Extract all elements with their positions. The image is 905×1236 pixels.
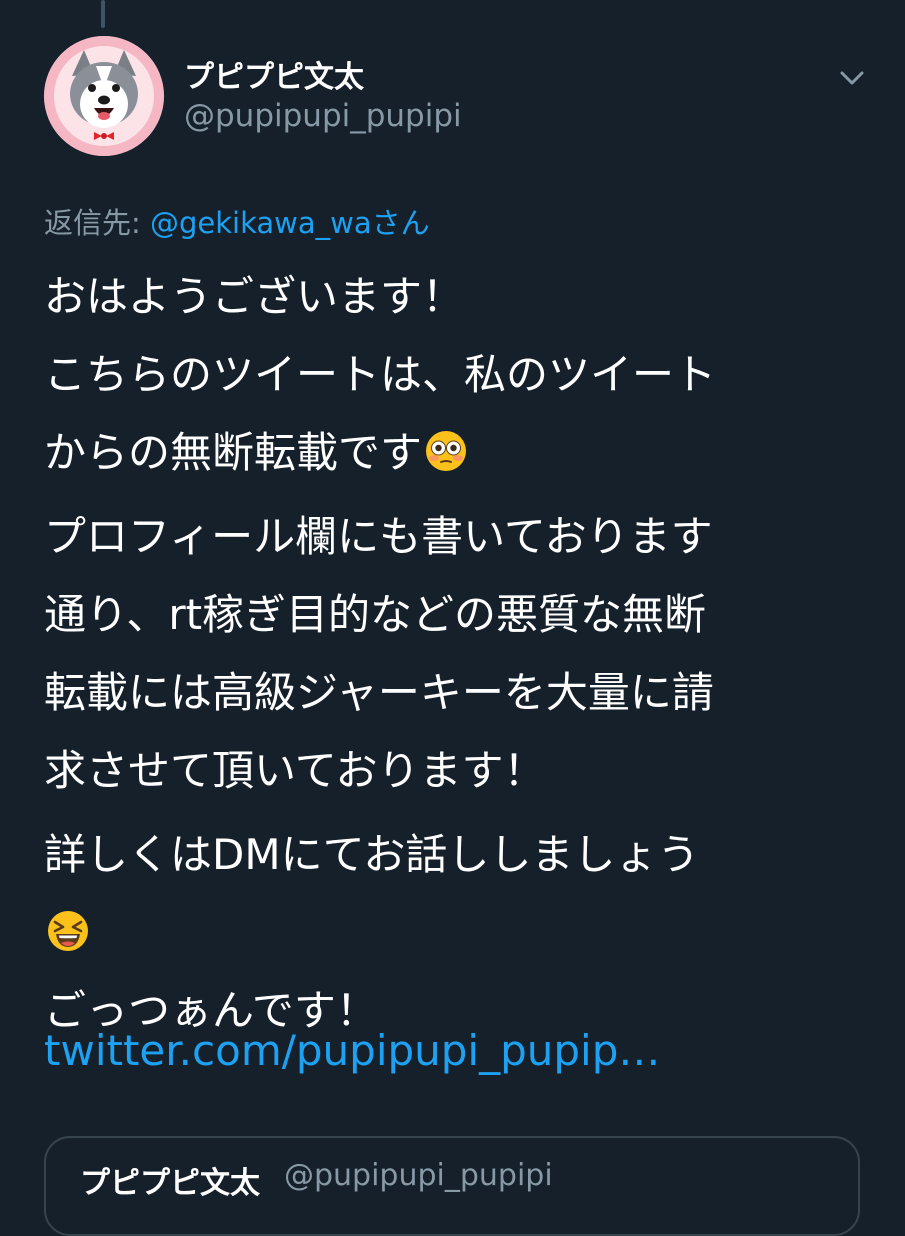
- paragraph-1-text: おはようございます！ こちらのツイートは、私のツイート からの無断転載です: [44, 272, 717, 477]
- paragraph-3-line-1: 詳しくはDMにてお話ししましょう: [44, 830, 700, 879]
- chevron-down-icon: [840, 71, 864, 85]
- tweet-paragraph-2: プロフィール欄にも書いております 通り、rt稼ぎ目的などの悪質な無断 転載には高…: [44, 512, 714, 795]
- tweet-menu-button[interactable]: [832, 60, 872, 96]
- quoted-tweet-card[interactable]: プピプピ文太 @pupipupi_pupipi: [44, 1136, 860, 1236]
- tweet-url-link[interactable]: twitter.com/pupipupi_pupip…: [44, 1026, 660, 1075]
- author-handle[interactable]: @pupipupi_pupipi: [184, 98, 462, 134]
- tweet-paragraph-1: おはようございます！ こちらのツイートは、私のツイート からの無断転載です: [44, 258, 884, 492]
- tweet-text: おはようございます！ こちらのツイートは、私のツイート からの無断転載です プロ…: [44, 258, 884, 1056]
- reply-context: 返信先: @gekikawa_waさん: [44, 200, 430, 242]
- flushed-face-emoji: [424, 429, 468, 473]
- quoted-tweet-handle: @pupipupi_pupipi: [284, 1158, 553, 1193]
- reply-suffix: さん: [371, 206, 430, 240]
- author-display-name[interactable]: プピプピ文太: [184, 52, 364, 96]
- quoted-tweet-display-name: プピプピ文太: [80, 1166, 260, 1201]
- reply-mention-link[interactable]: @gekikawa_wa: [150, 206, 372, 240]
- thread-line: [101, 0, 105, 28]
- avatar[interactable]: [44, 36, 164, 156]
- husky-avatar-icon: [44, 36, 164, 156]
- reply-prefix: 返信先:: [44, 206, 150, 240]
- grinning-squinting-face-emoji: [46, 909, 90, 953]
- tweet-paragraph-3: 詳しくはDMにてお話ししましょう ごっつぁんです！: [44, 816, 884, 1050]
